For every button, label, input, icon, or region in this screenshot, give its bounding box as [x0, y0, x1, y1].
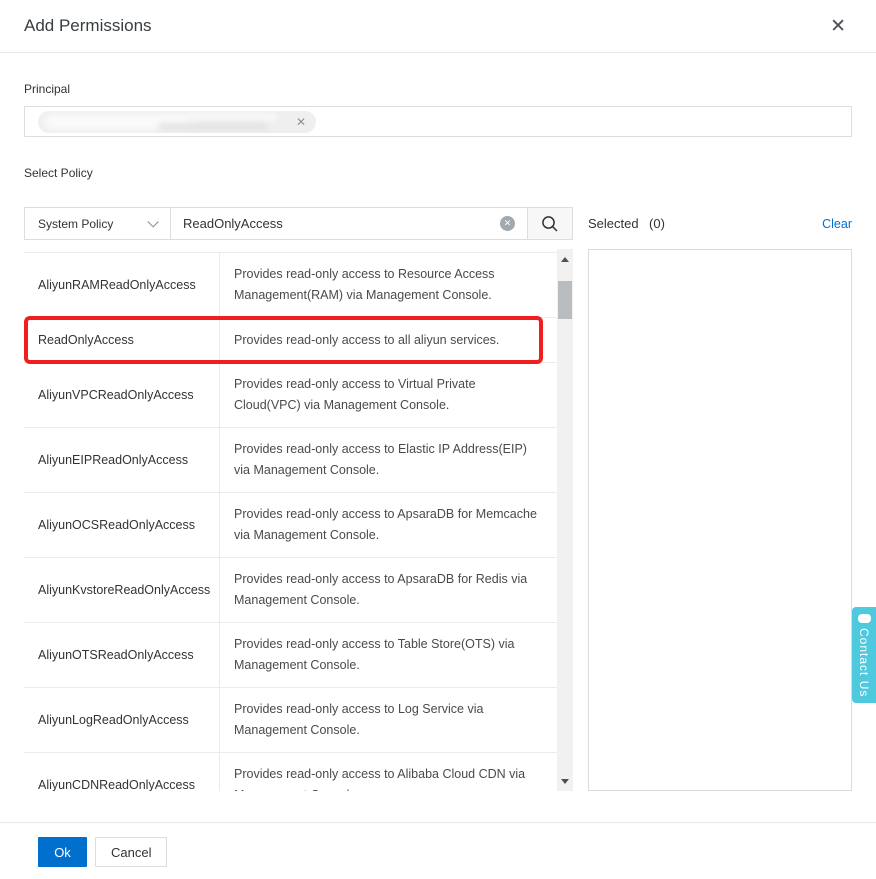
policy-table-row[interactable]: AliyunOTSReadOnlyAccess Provides read-on…	[24, 623, 557, 688]
chat-bubble-icon	[858, 614, 871, 623]
scrollbar-thumb[interactable]	[558, 281, 572, 319]
policy-description-cell: Provides read-only access to Resource Ac…	[220, 253, 557, 317]
dialog-footer: Ok Cancel	[0, 822, 876, 879]
policy-description-cell: Provides read-only access to ApsaraDB fo…	[220, 493, 557, 557]
cancel-button[interactable]: Cancel	[95, 837, 167, 867]
chevron-down-icon	[147, 216, 158, 227]
policy-search-input[interactable]	[183, 216, 500, 231]
policy-name-cell: AliyunOCSReadOnlyAccess	[24, 493, 220, 557]
policy-name-cell: AliyunRAMReadOnlyAccess	[24, 253, 220, 317]
ok-button[interactable]: Ok	[38, 837, 87, 867]
policy-name-cell: AliyunEIPReadOnlyAccess	[24, 428, 220, 492]
policy-type-value: System Policy	[38, 217, 113, 231]
policy-table-row[interactable]: AliyunKvstoreReadOnlyAccess Provides rea…	[24, 558, 557, 623]
dialog-content: Principal ✕ Select Policy System Policy …	[0, 82, 876, 791]
add-permissions-dialog: Add Permissions ✕ Principal ✕ Select Pol…	[0, 0, 876, 879]
contact-us-tab[interactable]: Contact Us	[852, 607, 876, 703]
search-icon	[541, 215, 559, 233]
policy-table-row[interactable]: AliyunRAMReadOnlyAccess Provides read-on…	[24, 253, 557, 318]
policy-search-bar: System Policy ✕	[24, 207, 573, 240]
select-policy-label: Select Policy	[24, 166, 852, 180]
selected-policies-panel	[588, 249, 852, 791]
scroll-up-arrow[interactable]	[557, 251, 573, 267]
contact-us-label: Contact Us	[857, 628, 871, 697]
policy-table-row[interactable]: ReadOnlyAccess Provides read-only access…	[24, 318, 557, 363]
policy-name-cell: AliyunVPCReadOnlyAccess	[24, 363, 220, 427]
dialog-title: Add Permissions	[24, 16, 152, 36]
policy-table-wrap: AliyunRAMReadOnlyAccess Provides read-on…	[24, 249, 573, 791]
policy-table: AliyunRAMReadOnlyAccess Provides read-on…	[24, 249, 557, 791]
policy-table-row[interactable]: AliyunLogReadOnlyAccess Provides read-on…	[24, 688, 557, 753]
principal-input[interactable]: ✕	[24, 106, 852, 137]
clear-search-icon[interactable]: ✕	[500, 216, 515, 231]
policy-type-dropdown[interactable]: System Policy	[25, 208, 171, 239]
search-button[interactable]	[527, 208, 572, 239]
policy-picker-body: AliyunRAMReadOnlyAccess Provides read-on…	[24, 249, 852, 791]
policy-description-cell: Provides read-only access to all aliyun …	[220, 318, 557, 362]
policy-description-cell: Provides read-only access to ApsaraDB fo…	[220, 558, 557, 622]
policy-table-row[interactable]: AliyunCDNReadOnlyAccess Provides read-on…	[24, 753, 557, 791]
policy-description-cell: Provides read-only access to Alibaba Clo…	[220, 753, 557, 791]
tag-remove-icon[interactable]: ✕	[296, 116, 306, 128]
policy-table-row[interactable]: AliyunOCSReadOnlyAccess Provides read-on…	[24, 493, 557, 558]
policy-list-scrollbar[interactable]	[557, 249, 573, 791]
redacted-text	[188, 112, 278, 122]
policy-name-cell: ReadOnlyAccess	[24, 318, 220, 362]
scroll-down-arrow[interactable]	[557, 773, 573, 789]
redacted-text	[158, 123, 268, 131]
policy-description-cell: Provides read-only access to Virtual Pri…	[220, 363, 557, 427]
close-icon[interactable]: ✕	[826, 13, 850, 40]
principal-label: Principal	[24, 82, 852, 96]
policy-description-cell: Provides read-only access to Log Service…	[220, 688, 557, 752]
policy-name-cell: AliyunCDNReadOnlyAccess	[24, 753, 220, 791]
policy-name-cell: AliyunLogReadOnlyAccess	[24, 688, 220, 752]
policy-description-cell: Provides read-only access to Elastic IP …	[220, 428, 557, 492]
policy-description-cell: Provides read-only access to Table Store…	[220, 623, 557, 687]
policy-picker-header: System Policy ✕ Selected (0)	[24, 207, 852, 240]
search-box: ✕	[171, 208, 527, 239]
selected-count-label: Selected (0)	[588, 215, 665, 233]
policy-table-row[interactable]: AliyunEIPReadOnlyAccess Provides read-on…	[24, 428, 557, 493]
policy-name-cell: AliyunOTSReadOnlyAccess	[24, 623, 220, 687]
policy-name-cell: AliyunKvstoreReadOnlyAccess	[24, 558, 220, 622]
selected-header: Selected (0) Clear	[588, 207, 852, 240]
dialog-header: Add Permissions ✕	[0, 0, 876, 53]
policy-table-row[interactable]: AliyunVPCReadOnlyAccess Provides read-on…	[24, 363, 557, 428]
principal-tag: ✕	[38, 111, 316, 133]
clear-selected-link[interactable]: Clear	[822, 217, 852, 231]
